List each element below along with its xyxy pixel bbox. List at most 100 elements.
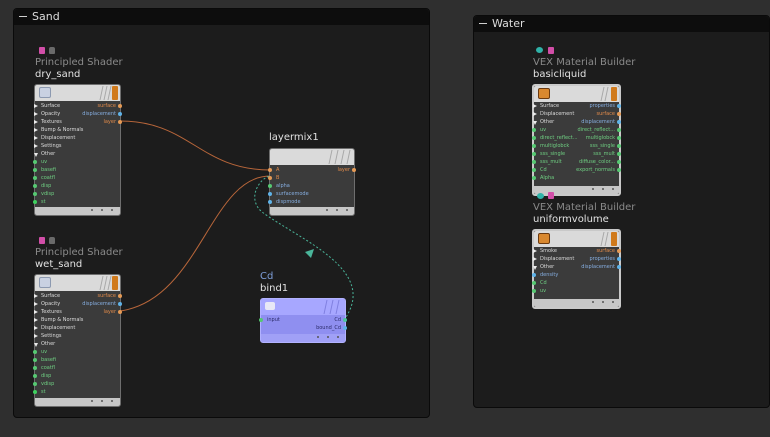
input-port[interactable] (33, 390, 37, 394)
expand-icon[interactable] (533, 249, 537, 253)
expand-icon[interactable] (34, 302, 38, 306)
lock-icon[interactable] (49, 47, 55, 54)
node-layermix1[interactable]: Alayer B alpha surfacemode dispmode (268, 148, 356, 216)
node-header[interactable] (35, 85, 120, 101)
expand-icon[interactable] (34, 120, 38, 124)
output-port[interactable] (617, 136, 621, 140)
input-port[interactable] (33, 382, 37, 386)
collapse-icon[interactable] (533, 266, 537, 270)
output-port[interactable] (617, 152, 621, 156)
expand-icon[interactable] (34, 310, 38, 314)
node-footer[interactable] (261, 334, 345, 342)
output-port[interactable] (617, 144, 621, 148)
output-port[interactable] (352, 168, 356, 172)
input-port[interactable] (33, 184, 37, 188)
display-flag-icon[interactable] (112, 86, 118, 100)
uniformvolume-name-label[interactable]: uniformvolume (533, 214, 609, 225)
output-port[interactable] (118, 310, 122, 314)
expand-icon[interactable] (34, 144, 38, 148)
expand-icon[interactable] (34, 128, 38, 132)
expand-icon[interactable] (533, 112, 537, 116)
node-basicliquid[interactable]: Surface properties Displacement surface Ot… (532, 84, 621, 196)
node-footer[interactable] (35, 207, 120, 215)
output-port[interactable] (617, 104, 621, 108)
display-flag-icon[interactable] (611, 232, 617, 246)
node-footer[interactable] (270, 207, 354, 215)
dry-sand-name-label[interactable]: dry_sand (35, 69, 80, 80)
input-port[interactable] (532, 144, 536, 148)
node-uniformvolume[interactable]: Smoke surface Displacement properties Othe… (532, 229, 621, 309)
input-port[interactable] (532, 289, 536, 293)
output-port[interactable] (343, 326, 347, 330)
node-footer[interactable] (35, 398, 120, 406)
expand-icon[interactable] (34, 104, 38, 108)
input-port[interactable] (259, 318, 263, 322)
output-port[interactable] (617, 249, 621, 253)
input-port[interactable] (268, 168, 272, 172)
input-port[interactable] (268, 184, 272, 188)
node-bind1[interactable]: input Cd bound_Cd (259, 298, 347, 343)
expand-icon[interactable] (34, 326, 38, 330)
input-port[interactable] (33, 358, 37, 362)
input-port[interactable] (532, 136, 536, 140)
node-footer[interactable] (534, 186, 619, 194)
input-port[interactable] (33, 374, 37, 378)
layermix1-name-label[interactable]: layermix1 (269, 132, 319, 143)
output-port[interactable] (617, 120, 621, 124)
bind1-name-label[interactable]: bind1 (260, 283, 288, 294)
input-port[interactable] (33, 160, 37, 164)
input-port[interactable] (268, 176, 272, 180)
input-port[interactable] (532, 160, 536, 164)
lock-icon[interactable] (49, 237, 55, 244)
expand-icon[interactable] (34, 112, 38, 116)
expand-icon[interactable] (34, 136, 38, 140)
node-header[interactable] (534, 231, 619, 247)
output-port[interactable] (118, 294, 122, 298)
node-dry-sand[interactable]: Surface surface Opacity displacement Textu… (33, 84, 122, 216)
output-port[interactable] (118, 302, 122, 306)
expand-icon[interactable] (533, 257, 537, 261)
basicliquid-name-label[interactable]: basicliquid (533, 69, 586, 80)
input-port[interactable] (268, 200, 272, 204)
output-port[interactable] (118, 112, 122, 116)
input-port[interactable] (33, 366, 37, 370)
input-port[interactable] (33, 176, 37, 180)
node-wet-sand[interactable]: Surface surface Opacity displacement Textu… (33, 274, 122, 407)
expand-icon[interactable] (34, 294, 38, 298)
output-port[interactable] (617, 265, 621, 269)
display-flag-icon[interactable] (611, 87, 617, 101)
input-port[interactable] (268, 192, 272, 196)
node-header[interactable] (261, 299, 345, 315)
output-port[interactable] (617, 112, 621, 116)
output-port[interactable] (617, 257, 621, 261)
expand-icon[interactable] (533, 104, 537, 108)
expand-icon[interactable] (34, 334, 38, 338)
comment-icon[interactable] (537, 193, 544, 199)
node-header[interactable] (534, 86, 619, 102)
node-header[interactable] (270, 149, 354, 165)
input-port[interactable] (33, 168, 37, 172)
input-port[interactable] (33, 200, 37, 204)
collapse-icon[interactable] (34, 343, 38, 347)
input-port[interactable] (532, 128, 536, 132)
output-port[interactable] (118, 104, 122, 108)
input-port[interactable] (532, 152, 536, 156)
wet-sand-name-label[interactable]: wet_sand (35, 259, 82, 270)
input-port[interactable] (33, 350, 37, 354)
collapse-icon[interactable] (533, 121, 537, 125)
output-port[interactable] (617, 128, 621, 132)
input-port[interactable] (532, 176, 536, 180)
input-port[interactable] (532, 273, 536, 277)
node-footer[interactable] (534, 299, 619, 307)
display-flag-icon[interactable] (112, 276, 118, 290)
output-port[interactable] (343, 318, 347, 322)
input-port[interactable] (532, 168, 536, 172)
input-port[interactable] (532, 281, 536, 285)
output-port[interactable] (118, 120, 122, 124)
collapse-icon[interactable] (34, 153, 38, 157)
comment-icon[interactable] (536, 47, 543, 53)
expand-icon[interactable] (34, 318, 38, 322)
node-header[interactable] (35, 275, 120, 291)
input-port[interactable] (33, 192, 37, 196)
output-port[interactable] (617, 168, 621, 172)
